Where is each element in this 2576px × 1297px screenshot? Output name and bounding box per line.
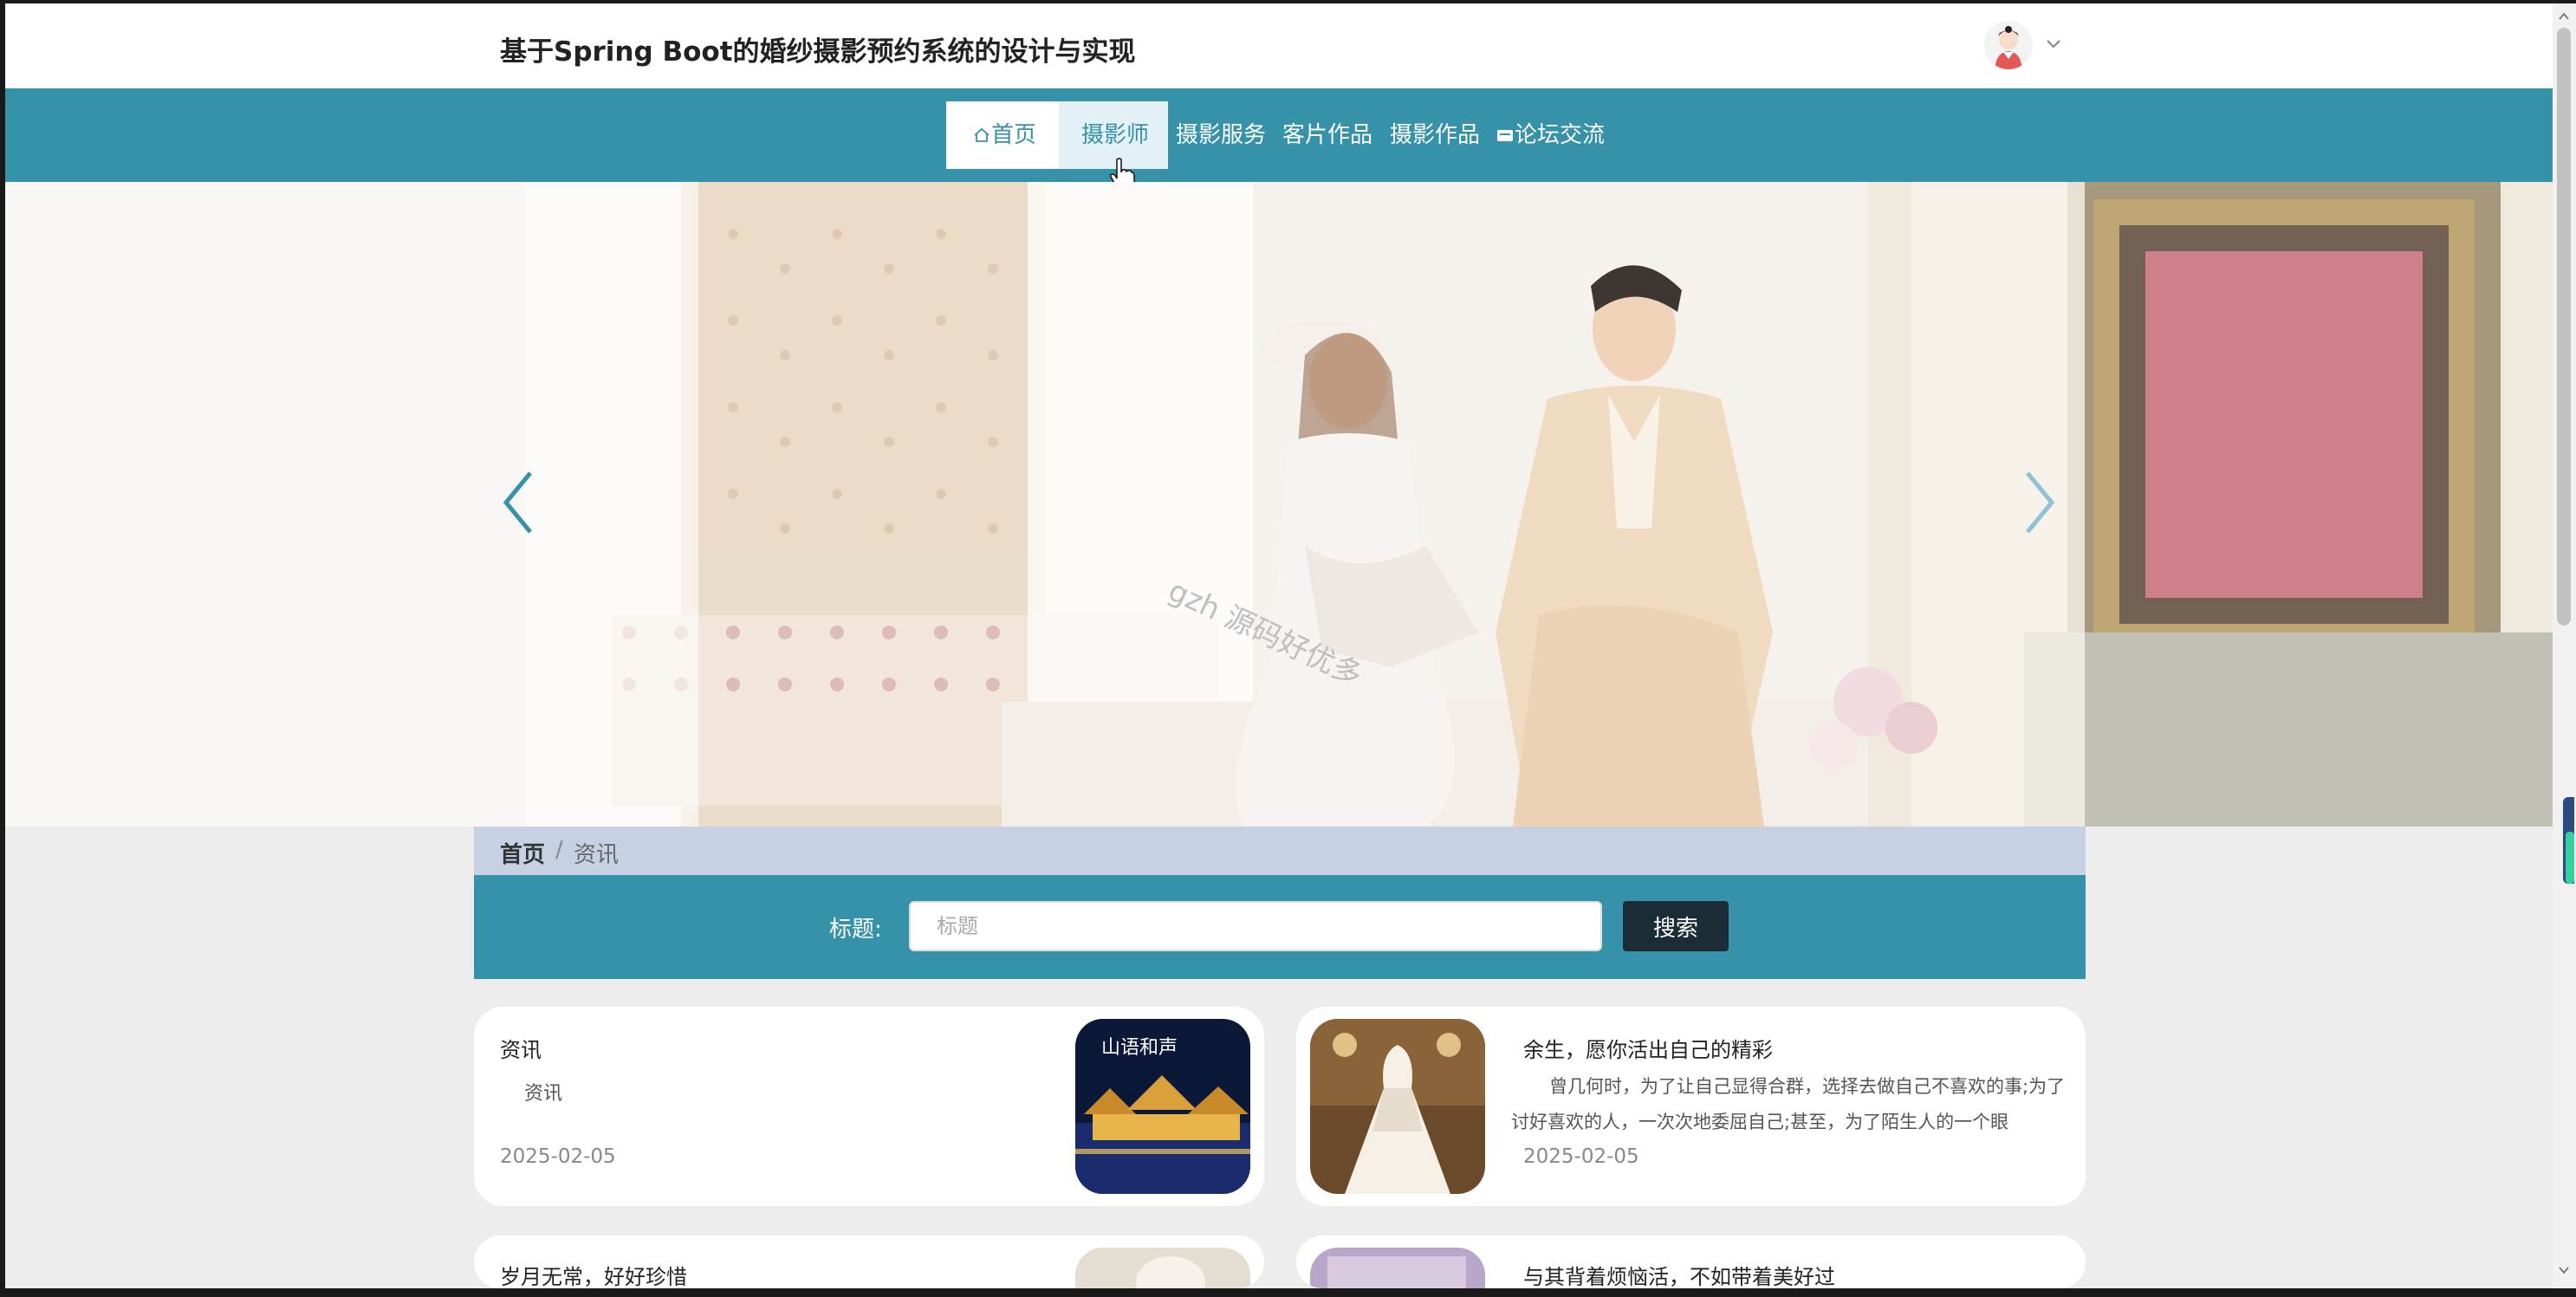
nav-label: 客片作品 bbox=[1282, 122, 1373, 148]
news-summary: 资讯 bbox=[524, 1083, 563, 1105]
news-card[interactable]: 岁月无常，好好珍惜 bbox=[474, 1235, 1264, 1288]
side-floating-tab-indicator bbox=[2566, 832, 2574, 884]
carousel-prev-arrow-icon[interactable] bbox=[501, 468, 535, 537]
news-date: 2025-02-05 bbox=[500, 1145, 616, 1168]
svg-text:山语和声: 山语和声 bbox=[1101, 1037, 1178, 1059]
site-header: 基于Spring Boot的婚纱摄影预约系统的设计与实现 bbox=[5, 3, 2553, 88]
scroll-up-arrow-icon[interactable] bbox=[2558, 10, 2570, 23]
nav-item-services[interactable]: 摄影服务 bbox=[1176, 120, 1266, 151]
news-thumbnail bbox=[1310, 1019, 1485, 1194]
page-scrollbar[interactable] bbox=[2553, 3, 2576, 1288]
search-label: 标题: bbox=[829, 917, 882, 943]
nav-item-client-works[interactable]: 客片作品 bbox=[1282, 120, 1372, 151]
breadcrumb-home[interactable]: 首页 bbox=[500, 837, 545, 869]
news-title: 资讯 bbox=[500, 1038, 542, 1062]
nav-item-forum[interactable]: 论坛交流 bbox=[1496, 120, 1605, 151]
nav-label: 摄影服务 bbox=[1176, 122, 1267, 148]
news-card[interactable]: 余生，愿你活出自己的精彩 曾几何时，为了让自己显得合群，选择去做自己不喜欢的事;… bbox=[1296, 1007, 2086, 1206]
banner-carousel: gzh 源码好优多 bbox=[5, 182, 2553, 827]
carousel-next-arrow-icon[interactable] bbox=[2022, 468, 2057, 537]
forum-icon bbox=[1497, 130, 1513, 141]
banner-image: gzh 源码好优多 bbox=[5, 182, 2553, 827]
scrollbar-thumb[interactable] bbox=[2557, 28, 2571, 626]
scroll-down-arrow-icon[interactable] bbox=[2558, 1264, 2570, 1276]
nav-label: 摄影师 bbox=[1081, 122, 1150, 148]
news-card[interactable]: 资讯 资讯 2025-02-05 山语和声 bbox=[474, 1007, 1264, 1206]
site-title: 基于Spring Boot的婚纱摄影预约系统的设计与实现 bbox=[500, 36, 1136, 68]
news-title: 余生，愿你活出自己的精彩 bbox=[1523, 1038, 1773, 1062]
nav-label: 论坛交流 bbox=[1515, 122, 1606, 148]
nav-label: 摄影作品 bbox=[1390, 122, 1481, 148]
news-title: 岁月无常，好好珍惜 bbox=[500, 1265, 687, 1288]
news-thumbnail: 山语和声 bbox=[1075, 1019, 1250, 1194]
chevron-down-icon[interactable] bbox=[2044, 35, 2063, 54]
news-date: 2025-02-05 bbox=[1523, 1145, 1639, 1168]
window-frame-bottom bbox=[0, 1288, 2576, 1297]
search-button[interactable]: 搜索 bbox=[1623, 901, 1729, 951]
news-summary: 曾几何时，为了让自己显得合群，选择去做自己不喜欢的事;为了讨好喜欢的人，一次次地… bbox=[1511, 1076, 2066, 1132]
nav-label: 首页 bbox=[991, 122, 1037, 148]
news-title: 与其背着烦恼活，不如带着美好过 bbox=[1523, 1265, 1835, 1288]
news-card[interactable]: 与其背着烦恼活，不如带着美好过 bbox=[1296, 1235, 2086, 1288]
breadcrumb: 首页 / 资讯 bbox=[474, 827, 2086, 875]
breadcrumb-separator: / bbox=[555, 837, 563, 863]
user-avatar[interactable] bbox=[1984, 21, 2033, 69]
search-input[interactable] bbox=[909, 901, 1602, 951]
breadcrumb-current: 资讯 bbox=[574, 842, 620, 868]
search-bar: 标题: 搜索 bbox=[474, 875, 2086, 979]
nav-item-home[interactable]: 首页 bbox=[972, 120, 1036, 151]
news-thumbnail bbox=[1075, 1248, 1250, 1288]
home-icon bbox=[974, 127, 990, 142]
news-thumbnail bbox=[1310, 1248, 1485, 1288]
main-nav bbox=[5, 88, 2553, 182]
nav-item-photo-works[interactable]: 摄影作品 bbox=[1390, 120, 1480, 151]
